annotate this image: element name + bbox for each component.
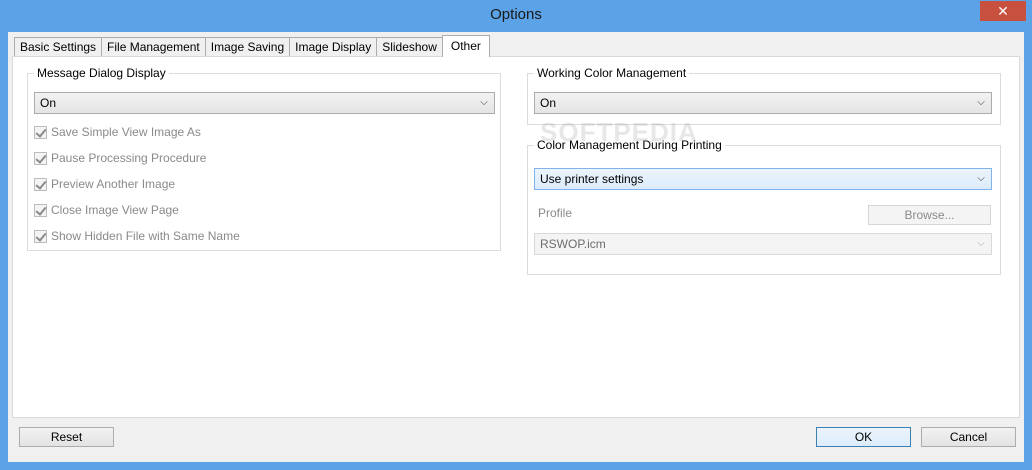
chevron-down-icon: ⌵ [480, 97, 488, 108]
working-color-select[interactable]: On ⌵ [534, 92, 992, 114]
options-window: Options ✕ Basic Settings File Management… [0, 0, 1032, 470]
tab-file-management[interactable]: File Management [101, 37, 206, 57]
checkbox-label: Show Hidden File with Same Name [51, 229, 240, 243]
checkmark-icon [34, 229, 47, 243]
chevron-down-icon: ⌵ [977, 173, 985, 184]
printing-color-value: Use printer settings [540, 172, 644, 186]
printing-color-title: Color Management During Printing [534, 138, 725, 152]
dialog-client: Basic Settings File Management Image Sav… [8, 32, 1024, 462]
close-icon: ✕ [997, 3, 1009, 19]
browse-button[interactable]: Browse... [868, 205, 991, 225]
tab-image-saving[interactable]: Image Saving [204, 37, 291, 57]
window-title: Options [490, 6, 542, 23]
message-dialog-value: On [40, 96, 57, 110]
printing-color-group: Color Management During Printing Use pri… [527, 138, 1001, 275]
message-dialog-select[interactable]: On ⌵ [34, 92, 495, 114]
checkbox-close-image-view[interactable]: Close Image View Page [34, 202, 179, 218]
message-dialog-group: Message Dialog Display On ⌵ Save Simple … [27, 66, 501, 251]
checkbox-label: Preview Another Image [51, 177, 176, 191]
chevron-down-icon: ⌵ [977, 97, 985, 108]
tab-other[interactable]: Other [441, 35, 490, 57]
reset-button[interactable]: Reset [19, 427, 114, 447]
checkmark-icon [34, 125, 47, 139]
checkbox-pause-processing[interactable]: Pause Processing Procedure [34, 150, 206, 166]
title-bar[interactable]: Options ✕ [0, 0, 1032, 32]
profile-label: Profile [538, 206, 573, 220]
printing-color-select[interactable]: Use printer settings ⌵ [534, 168, 992, 190]
checkbox-label: Pause Processing Procedure [51, 151, 207, 165]
close-button[interactable]: ✕ [980, 1, 1026, 21]
checkmark-icon [34, 203, 47, 217]
checkmark-icon [34, 151, 47, 165]
checkbox-label: Close Image View Page [51, 203, 179, 217]
tab-image-display[interactable]: Image Display [289, 37, 378, 57]
tab-strip: Basic Settings File Management Image Sav… [14, 35, 490, 57]
ok-button[interactable]: OK [816, 427, 911, 447]
checkbox-save-simple-view[interactable]: Save Simple View Image As [34, 124, 201, 140]
tab-panel-other: Message Dialog Display On ⌵ Save Simple … [12, 56, 1020, 418]
tab-basic-settings[interactable]: Basic Settings [14, 37, 103, 57]
checkmark-icon [34, 177, 47, 191]
checkbox-preview-another[interactable]: Preview Another Image [34, 176, 175, 192]
checkbox-show-hidden-file[interactable]: Show Hidden File with Same Name [34, 228, 240, 244]
working-color-title: Working Color Management [534, 66, 690, 80]
checkbox-label: Save Simple View Image As [51, 125, 201, 139]
message-dialog-title: Message Dialog Display [34, 66, 169, 80]
profile-select[interactable]: RSWOP.icm ⌵ [534, 233, 992, 255]
working-color-group: Working Color Management On ⌵ [527, 66, 1001, 125]
chevron-down-icon: ⌵ [977, 238, 985, 249]
working-color-value: On [540, 96, 557, 110]
tab-slideshow[interactable]: Slideshow [376, 37, 443, 57]
profile-value: RSWOP.icm [540, 237, 606, 251]
cancel-button[interactable]: Cancel [921, 427, 1016, 447]
